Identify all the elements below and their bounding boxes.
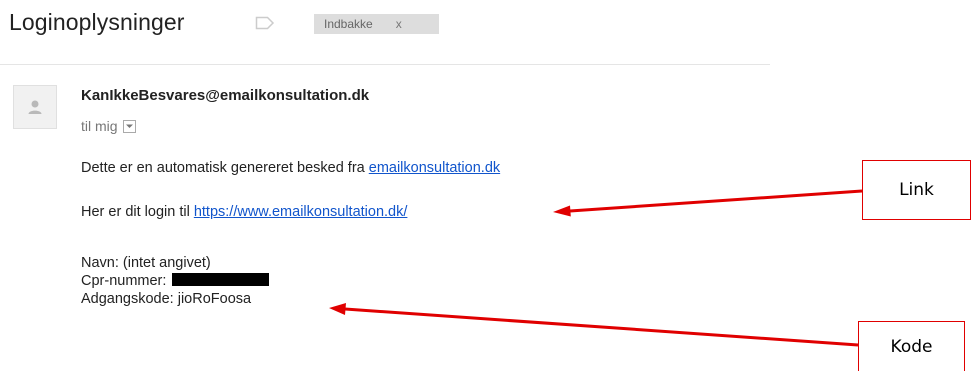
person-icon (28, 100, 42, 114)
show-details-button[interactable] (122, 119, 136, 133)
body-login-text: Her er dit login til (81, 204, 194, 220)
link-callout: Link (862, 160, 971, 220)
name-line: Navn: (intet angivet) (81, 255, 211, 271)
cpr-label: Cpr-nummer: (81, 273, 167, 289)
label-tag-icon[interactable] (255, 16, 275, 30)
password-line: Adgangskode: jioRoFoosa (81, 291, 252, 307)
recipient-line: til mig (81, 118, 136, 134)
label-chip-text: Indbakke (324, 17, 373, 31)
code-callout: Kode (858, 321, 965, 371)
annotation-arrows (329, 189, 863, 347)
header-divider (0, 64, 770, 65)
link-arrowhead (553, 205, 571, 217)
chevron-down-icon (125, 124, 133, 128)
code-arrow-line (344, 307, 859, 347)
site-link[interactable]: emailkonsultation.dk (369, 160, 500, 176)
body-login-line: Her er dit login til https://www.emailko… (81, 204, 407, 220)
sender-email: KanIkkeBesvares@emailkonsultation.dk (81, 87, 370, 104)
body-intro-text: Dette er en automatisk genereret besked … (81, 160, 369, 176)
label-chip-inbox: Indbakke x (314, 14, 439, 34)
code-arrowhead (329, 303, 346, 315)
cpr-redaction (172, 273, 270, 286)
login-url-link[interactable]: https://www.emailkonsultation.dk/ (194, 204, 408, 220)
link-callout-label: Link (899, 180, 934, 200)
link-arrow-line (569, 189, 863, 213)
avatar (13, 85, 57, 129)
cpr-line: Cpr-nummer: (81, 273, 270, 289)
email-subject: Loginoplysninger (9, 9, 185, 35)
body-intro-line: Dette er en automatisk genereret besked … (81, 160, 500, 176)
code-callout-label: Kode (890, 336, 933, 357)
recipient-label: til mig (81, 118, 118, 134)
remove-label-button[interactable]: x (396, 17, 402, 31)
